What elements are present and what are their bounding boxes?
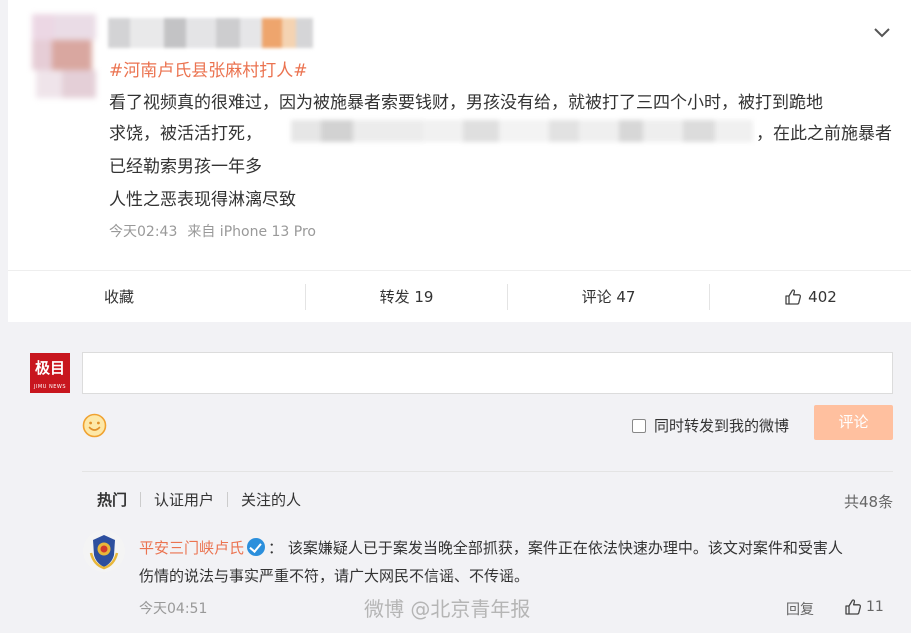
checkbox-box[interactable] xyxy=(632,418,646,433)
topic-hashtag[interactable]: #河南卢氏县张麻村打人# xyxy=(109,56,308,81)
repost-label: 转发 19 xyxy=(379,288,434,306)
comment-filter-tabs: 热门 认证用户 关注的人 xyxy=(97,489,301,510)
comment-section: 极目 JIMU NEWS 同时转发到我的微博 评论 热门 认证用户 关注的人 共… xyxy=(8,323,911,633)
tab-verified-users[interactable]: 认证用户 xyxy=(154,489,214,510)
like-button[interactable]: 402 xyxy=(709,283,911,310)
post-source: 来自 iPhone 13 Pro xyxy=(187,224,316,240)
post-text-line: ，在此之前施暴者 xyxy=(756,124,892,144)
author-avatar-blurred[interactable] xyxy=(32,14,96,100)
repost-to-weibo-checkbox[interactable]: 同时转发到我的微博 xyxy=(632,415,789,436)
comment-button[interactable]: 评论 47 xyxy=(507,283,709,310)
divider xyxy=(82,471,893,472)
submit-comment-button[interactable]: 评论 xyxy=(814,405,893,440)
comment-username[interactable]: 平安三门峡卢氏 xyxy=(139,539,244,557)
post-text-line: 人性之恶表现得淋漓尽致 xyxy=(109,190,296,210)
verified-badge-icon xyxy=(247,538,266,556)
watermark: 微博 @北京青年报 xyxy=(364,597,531,621)
tab-separator xyxy=(227,492,229,507)
comment-like-count: 11 xyxy=(866,599,884,615)
police-badge-avatar[interactable] xyxy=(82,529,126,573)
emoji-icon[interactable] xyxy=(82,413,107,438)
post-time[interactable]: 今天02:43 xyxy=(109,221,177,241)
thumbs-up-icon xyxy=(785,288,802,305)
tab-following[interactable]: 关注的人 xyxy=(241,489,301,510)
comment-label: 评论 47 xyxy=(581,288,636,306)
author-name-blurred[interactable] xyxy=(108,18,313,48)
tab-hot[interactable]: 热门 xyxy=(97,489,127,510)
comment-text-line: 伤情的说法与事实严重不符，请广大网民不信谣、不传谣。 xyxy=(139,567,530,585)
repost-button[interactable]: 转发 19 xyxy=(305,283,507,310)
thumbs-up-icon xyxy=(845,599,862,615)
reply-button[interactable]: 回复 xyxy=(786,599,814,619)
post-text-line: 已经勒索男孩一年多 xyxy=(109,157,262,177)
collect-button[interactable]: 收藏 xyxy=(8,284,305,310)
like-count: 402 xyxy=(808,287,837,306)
comment-text-line: 该案嫌疑人已于案发当晚全部抓获，案件正在依法快速办理中。该文对案件和受害人 xyxy=(287,539,843,557)
tab-separator xyxy=(140,492,142,507)
repost-option-label: 同时转发到我的微博 xyxy=(654,417,790,435)
post-action-bar: 收藏 转发 19 评论 47 402 xyxy=(8,270,911,322)
collect-label: 收藏 xyxy=(104,288,135,306)
comment-input[interactable] xyxy=(82,352,893,394)
logo-subtext: JIMU NEWS xyxy=(33,384,67,390)
comment-colon: ： xyxy=(268,539,284,557)
logo-text: 极目 xyxy=(34,359,65,377)
post-text-line: 看了视频真的很难过，因为被施暴者索要钱财，男孩没有给，就被打了三四个小时，被打到… xyxy=(109,93,823,113)
chevron-down-icon[interactable] xyxy=(872,26,892,40)
post-meta: 今天02:43 来自 iPhone 13 Pro xyxy=(109,221,316,241)
comment-text: 平安三门峡卢氏 ： 该案嫌疑人已于案发当晚全部抓获，案件正在依法快速办理中。该文对… xyxy=(139,535,843,561)
comment-like-button[interactable]: 11 xyxy=(844,598,884,616)
jimu-news-logo: 极目 JIMU NEWS xyxy=(30,353,70,393)
comment-time: 今天04:51 xyxy=(139,601,208,617)
redacted-text-blur xyxy=(291,120,753,142)
comment-total-count: 共48条 xyxy=(844,493,894,511)
